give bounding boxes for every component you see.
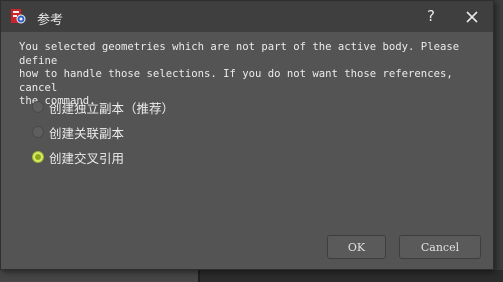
dialog-title: 参考 (37, 13, 64, 28)
radio-button[interactable] (32, 101, 44, 113)
option-label: 创建独立副本（推荐） (49, 100, 175, 116)
option-label: 创建关联副本 (49, 125, 125, 141)
app-icon (10, 8, 26, 24)
radio-button-checked[interactable] (32, 151, 44, 163)
option-dependent-copy[interactable]: 创建关联副本 (32, 124, 125, 141)
radio-button[interactable] (32, 126, 44, 138)
close-button[interactable] (461, 6, 483, 28)
cancel-button[interactable]: Cancel (399, 235, 481, 259)
option-cross-reference[interactable]: 创建交叉引用 (32, 149, 125, 166)
option-independent-copy[interactable]: 创建独立副本（推荐） (32, 99, 175, 116)
close-icon (466, 11, 478, 23)
background-panel (198, 270, 503, 282)
option-label: 创建交叉引用 (49, 150, 125, 166)
help-button[interactable]: ? (421, 6, 441, 26)
title-bar: 参考 ? (1, 1, 493, 32)
ok-button[interactable]: OK (327, 235, 386, 259)
reference-dialog: 参考 ? You selected geometries which are n… (0, 0, 494, 270)
